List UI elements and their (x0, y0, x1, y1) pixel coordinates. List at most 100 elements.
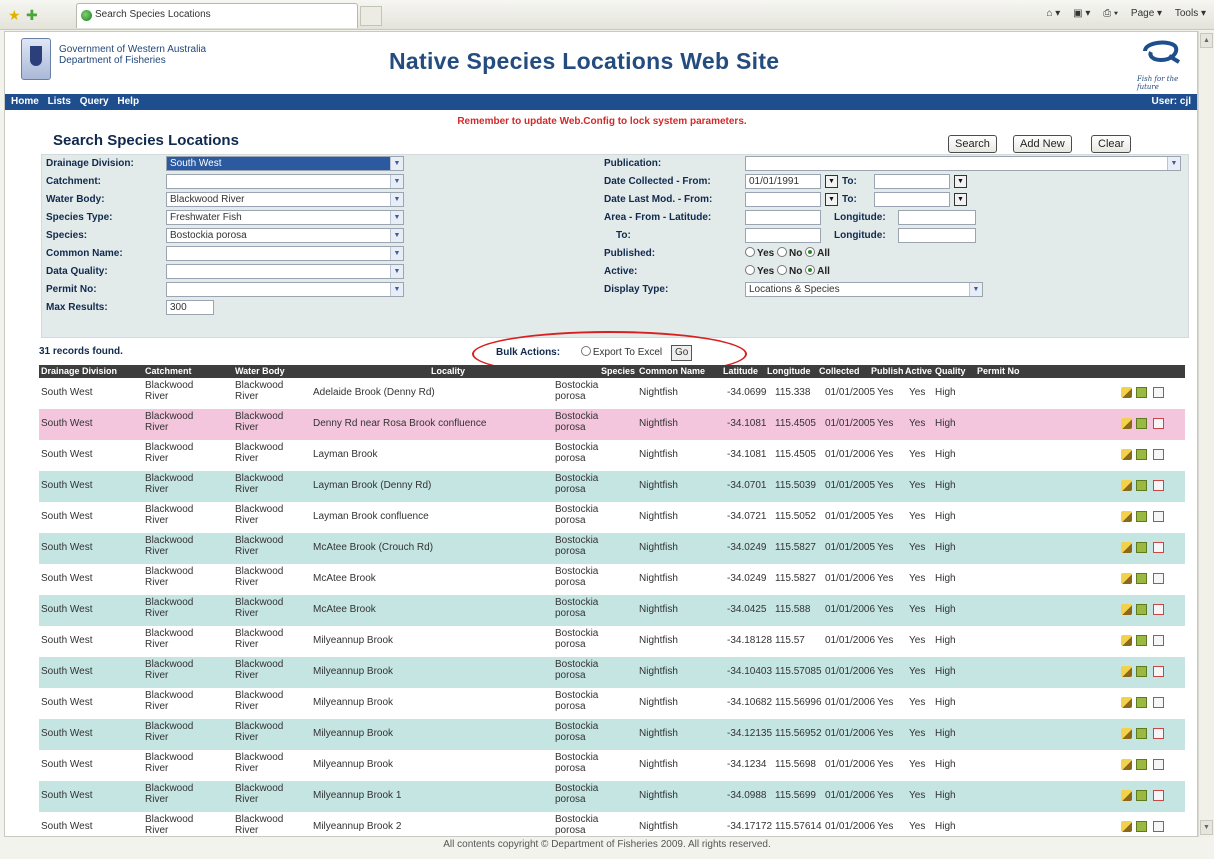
favorites-star-icon[interactable]: ★ (8, 7, 21, 24)
active-all-radio[interactable]: All (805, 265, 830, 277)
edit-icon[interactable] (1121, 697, 1132, 708)
vertical-scrollbar[interactable]: ▲ ▼ (1198, 31, 1214, 837)
table-row[interactable]: South West Blackwood River Blackwood River… (39, 750, 1185, 781)
scroll-up-icon[interactable]: ▲ (1200, 33, 1213, 48)
display-type-select[interactable]: Locations & Species ▼ (745, 282, 983, 297)
table-row[interactable]: South West Blackwood River Blackwood River… (39, 533, 1185, 564)
drainage-division-select[interactable]: South West ▼ (166, 156, 404, 171)
col-common-name[interactable]: Common Name (639, 366, 705, 376)
table-row[interactable]: South West Blackwood River Blackwood River… (39, 378, 1185, 409)
copy-icon[interactable] (1136, 511, 1147, 522)
page-menu[interactable]: Page ▾ (1131, 8, 1162, 19)
edit-icon[interactable] (1121, 480, 1132, 491)
calendar-icon[interactable]: ▼ (954, 175, 967, 188)
col-publish[interactable]: Publish (871, 366, 904, 376)
clear-button[interactable]: Clear (1091, 135, 1132, 153)
species-type-select[interactable]: Freshwater Fish ▼ (166, 210, 404, 225)
copy-icon[interactable] (1136, 790, 1147, 801)
published-no-radio[interactable]: No (777, 247, 802, 259)
tools-menu[interactable]: Tools ▾ (1175, 8, 1206, 19)
table-row[interactable]: South West Blackwood River Blackwood River… (39, 626, 1185, 657)
nav-lists[interactable]: Lists (48, 96, 71, 107)
col-species[interactable]: Species (601, 366, 635, 376)
copy-icon[interactable] (1136, 573, 1147, 584)
common-name-select[interactable]: ▼ (166, 246, 404, 261)
delete-icon[interactable] (1153, 759, 1164, 770)
edit-icon[interactable] (1121, 387, 1132, 398)
new-tab-button[interactable] (360, 6, 382, 26)
active-yes-radio[interactable]: Yes (745, 265, 774, 277)
table-row[interactable]: South West Blackwood River Blackwood River… (39, 781, 1185, 812)
area-to-longitude-input[interactable] (898, 228, 976, 243)
copy-icon[interactable] (1136, 759, 1147, 770)
table-row[interactable]: South West Blackwood River Blackwood River… (39, 440, 1185, 471)
published-all-radio[interactable]: All (805, 247, 830, 259)
col-permit-no[interactable]: Permit No (977, 366, 1020, 376)
edit-icon[interactable] (1121, 604, 1132, 615)
delete-icon[interactable] (1153, 790, 1164, 801)
table-row[interactable]: South West Blackwood River Blackwood River… (39, 409, 1185, 440)
col-catchment[interactable]: Catchment (145, 366, 192, 376)
calendar-icon[interactable]: ▼ (825, 193, 838, 206)
permit-select[interactable]: ▼ (166, 282, 404, 297)
edit-icon[interactable] (1121, 790, 1132, 801)
edit-icon[interactable] (1121, 635, 1132, 646)
delete-icon[interactable] (1153, 635, 1164, 646)
area-from-longitude-input[interactable] (898, 210, 976, 225)
copy-icon[interactable] (1136, 418, 1147, 429)
active-no-radio[interactable]: No (777, 265, 802, 277)
col-water-body[interactable]: Water Body (235, 366, 285, 376)
edit-icon[interactable] (1121, 728, 1132, 739)
delete-icon[interactable] (1153, 604, 1164, 615)
date-collected-to-input[interactable] (874, 174, 950, 189)
delete-icon[interactable] (1153, 418, 1164, 429)
feeds-icon[interactable]: ▣ ▾ (1073, 8, 1090, 19)
table-row[interactable]: South West Blackwood River Blackwood River… (39, 471, 1185, 502)
delete-icon[interactable] (1153, 542, 1164, 553)
edit-icon[interactable] (1121, 418, 1132, 429)
delete-icon[interactable] (1153, 511, 1164, 522)
edit-icon[interactable] (1121, 759, 1132, 770)
go-button[interactable]: Go (670, 345, 693, 361)
delete-icon[interactable] (1153, 449, 1164, 460)
search-button[interactable]: Search (948, 135, 997, 153)
add-new-button[interactable]: Add New (1013, 135, 1072, 153)
date-collected-from-input[interactable]: 01/01/1991 (745, 174, 821, 189)
home-icon[interactable]: ⌂ ▾ (1046, 8, 1060, 19)
published-yes-radio[interactable]: Yes (745, 247, 774, 259)
date-last-mod-from-input[interactable] (745, 192, 821, 207)
col-locality[interactable]: Locality (431, 366, 465, 376)
table-row[interactable]: South West Blackwood River Blackwood River… (39, 812, 1185, 836)
col-quality[interactable]: Quality (935, 366, 966, 376)
table-row[interactable]: South West Blackwood River Blackwood River… (39, 564, 1185, 595)
edit-icon[interactable] (1121, 573, 1132, 584)
export-excel-radio[interactable]: Export To Excel (580, 346, 662, 358)
table-row[interactable]: South West Blackwood River Blackwood River… (39, 688, 1185, 719)
date-last-mod-to-input[interactable] (874, 192, 950, 207)
data-quality-select[interactable]: ▼ (166, 264, 404, 279)
scroll-down-icon[interactable]: ▼ (1200, 820, 1213, 835)
table-row[interactable]: South West Blackwood River Blackwood River… (39, 595, 1185, 626)
copy-icon[interactable] (1136, 666, 1147, 677)
calendar-icon[interactable]: ▼ (825, 175, 838, 188)
copy-icon[interactable] (1136, 480, 1147, 491)
species-select[interactable]: Bostockia porosa ▼ (166, 228, 404, 243)
delete-icon[interactable] (1153, 573, 1164, 584)
table-row[interactable]: South West Blackwood River Blackwood River… (39, 719, 1185, 750)
table-row[interactable]: South West Blackwood River Blackwood River… (39, 657, 1185, 688)
max-results-input[interactable]: 300 (166, 300, 214, 315)
browser-tab[interactable]: Search Species Locations (76, 3, 358, 28)
area-from-latitude-input[interactable] (745, 210, 821, 225)
edit-icon[interactable] (1121, 666, 1132, 677)
col-latitude[interactable]: Latitude (723, 366, 758, 376)
edit-icon[interactable] (1121, 542, 1132, 553)
add-favorites-icon[interactable]: ✚ (26, 7, 38, 24)
copy-icon[interactable] (1136, 697, 1147, 708)
copy-icon[interactable] (1136, 449, 1147, 460)
calendar-icon[interactable]: ▼ (954, 193, 967, 206)
edit-icon[interactable] (1121, 511, 1132, 522)
nav-help[interactable]: Help (117, 96, 139, 107)
print-icon[interactable]: ⎙ ▾ (1103, 8, 1118, 19)
delete-icon[interactable] (1153, 666, 1164, 677)
table-row[interactable]: South West Blackwood River Blackwood River… (39, 502, 1185, 533)
